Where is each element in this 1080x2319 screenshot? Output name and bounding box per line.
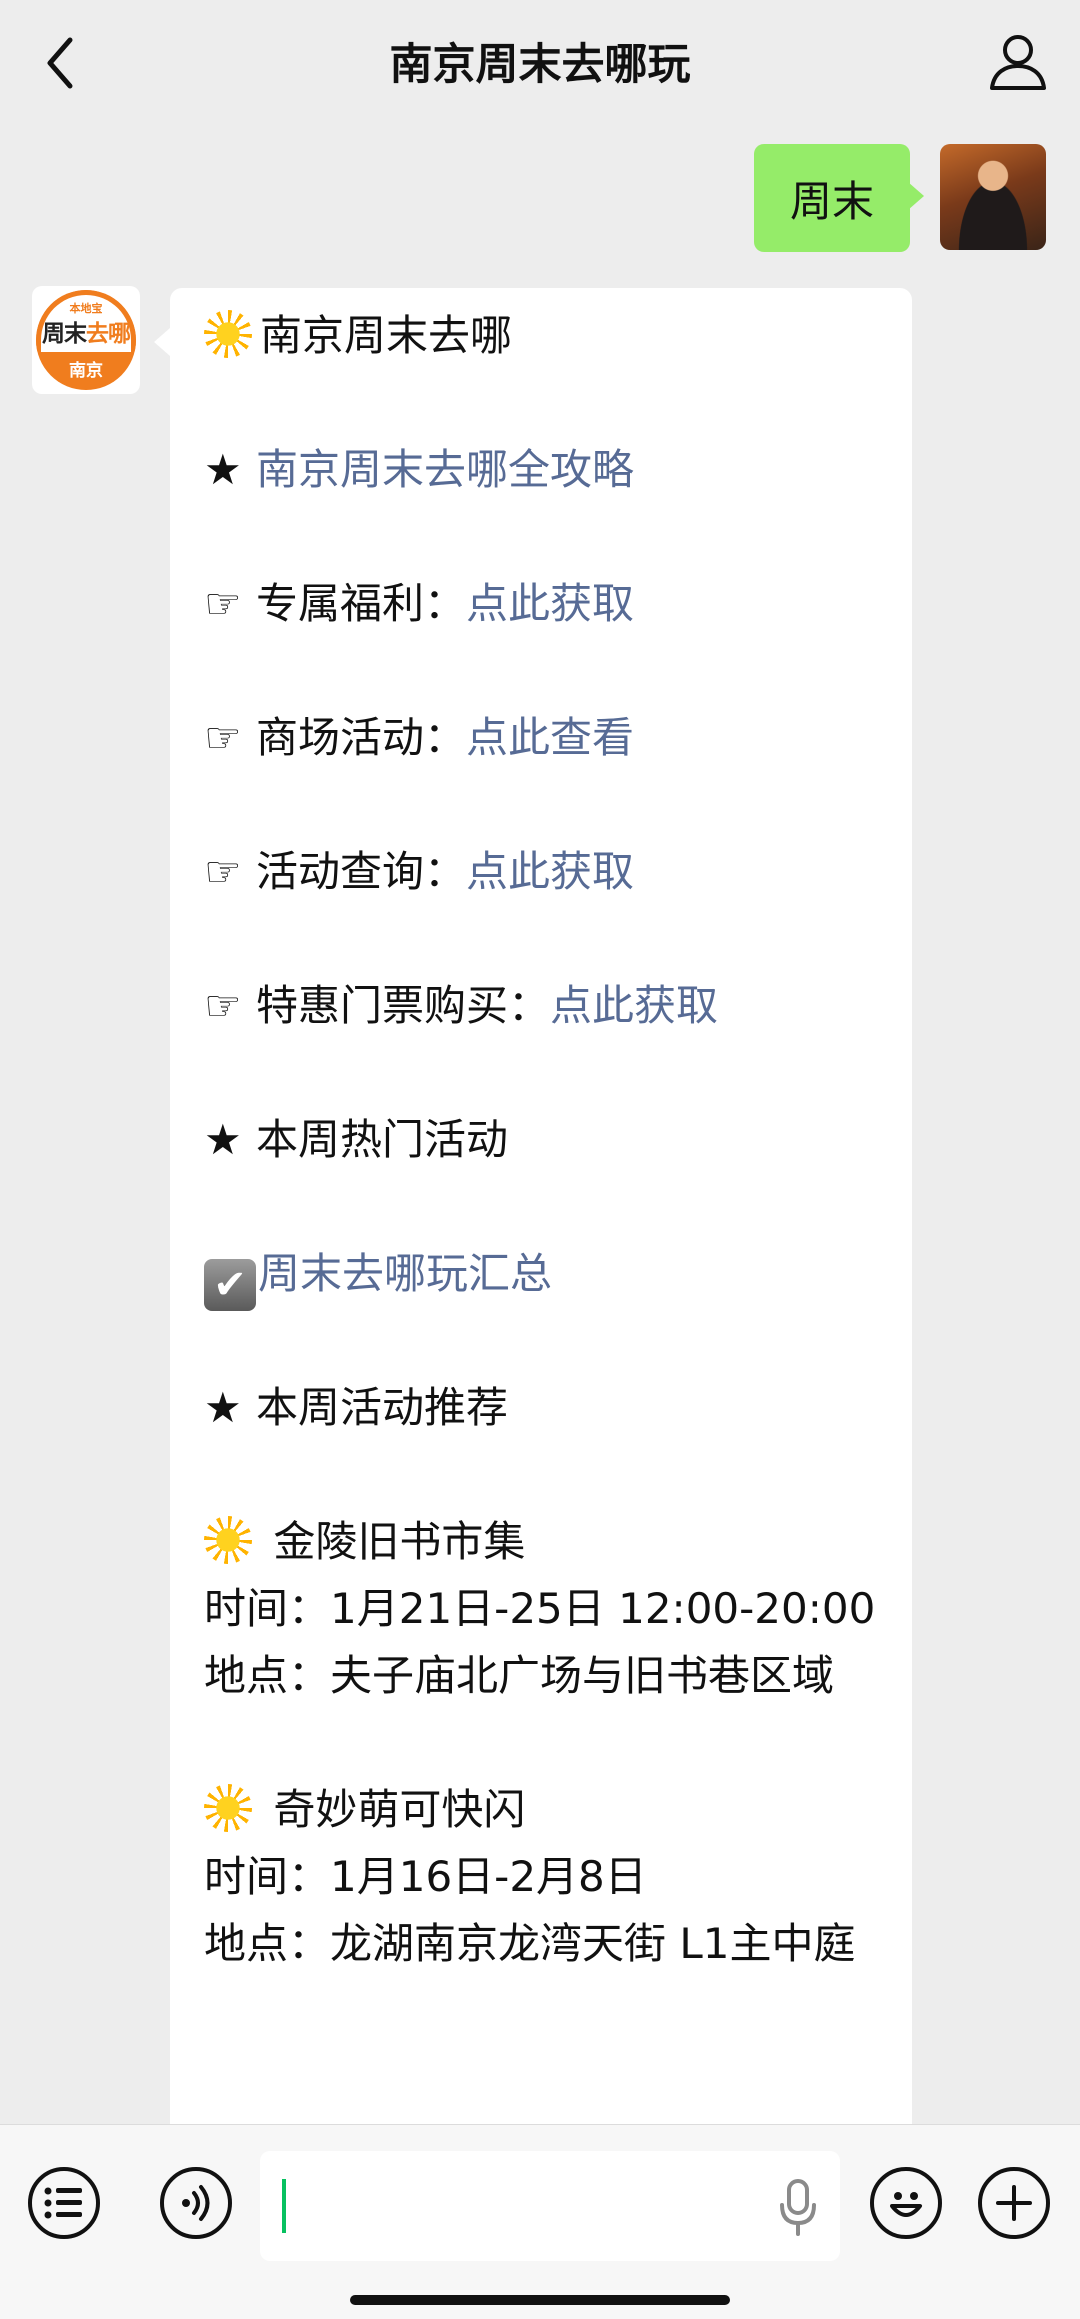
top-bar: 南京周末去哪玩 [0, 0, 1080, 128]
ticket-line: ☞ 特惠门票购买：点此获取 [204, 972, 894, 1039]
query-line: ☞ 活动查询：点此获取 [204, 838, 894, 905]
headline-text: 南京周末去哪 [260, 311, 513, 360]
guide-link[interactable]: 南京周末去哪全攻略 [256, 445, 634, 494]
smiley-icon[interactable] [870, 2167, 942, 2239]
rec-title: 本周活动推荐 [256, 1383, 509, 1432]
item-label: 商场活动： [256, 713, 467, 762]
mic-icon[interactable] [778, 2179, 818, 2237]
event-name-line: 奇妙萌可快闪 [204, 1776, 894, 1843]
ticket-link[interactable]: 点此获取 [550, 981, 718, 1030]
event-name: 金陵旧书市集 [273, 1517, 526, 1566]
star-icon: ★ [204, 1115, 242, 1164]
item-label: 特惠门票购买： [256, 981, 551, 1030]
welfare-link[interactable]: 点此获取 [466, 579, 634, 628]
pointing-hand-icon: ☞ [204, 579, 242, 628]
event-name: 奇妙萌可快闪 [273, 1785, 526, 1834]
welfare-line: ☞ 专属福利：点此获取 [204, 570, 894, 637]
logo-city-text: 南京 [69, 361, 103, 381]
chat-title: 南京周末去哪玩 [389, 40, 691, 90]
summary-link[interactable]: 周末去哪玩汇总 [258, 1249, 552, 1298]
chat-area[interactable]: 周末 本地宝 周末去哪 南京 南京周末去哪 ★ 南京周末去哪全攻略 ☞ 专属福利：点… [0, 128, 1080, 2124]
star-icon: ★ [204, 1383, 242, 1432]
plus-icon[interactable] [978, 2167, 1050, 2239]
user-message-text: 周末 [789, 176, 874, 226]
event-place: 地点：龙湖南京龙湾天街 L1主中庭 [204, 1919, 856, 1968]
bot-avatar[interactable]: 本地宝 周末去哪 南京 [32, 286, 140, 394]
logo-main-text: 周末去哪 [42, 321, 131, 347]
hot-title-line: ★ 本周热门活动 [204, 1106, 894, 1173]
sun-icon [204, 310, 252, 358]
input-toolbar [0, 2124, 1080, 2319]
mall-line: ☞ 商场活动：点此查看 [204, 704, 894, 771]
bot-logo: 本地宝 周末去哪 南京 [36, 290, 136, 390]
pointing-hand-icon: ☞ [204, 847, 242, 896]
voice-icon[interactable] [160, 2167, 232, 2239]
bot-message-bubble: 南京周末去哪 ★ 南京周末去哪全攻略 ☞ 专属福利：点此获取 ☞ 商场活动：点此查看 … [154, 288, 912, 2124]
star-icon: ★ [204, 445, 242, 494]
sun-icon [204, 1784, 252, 1832]
item-label: 专属福利： [256, 579, 467, 628]
query-link[interactable]: 点此获取 [466, 847, 634, 896]
text-caret [282, 2179, 286, 2233]
hot-title: 本周热门活动 [256, 1115, 509, 1164]
event-time: 时间：1月21日-25日 12:00-20:00 [204, 1584, 876, 1633]
bot-message-content: 南京周末去哪 ★ 南京周末去哪全攻略 ☞ 专属福利：点此获取 ☞ 商场活动：点此查看 … [204, 302, 894, 1977]
person-icon[interactable] [986, 30, 1050, 94]
event-place: 地点：夫子庙北广场与旧书巷区域 [204, 1651, 835, 1700]
user-avatar[interactable] [940, 144, 1046, 250]
checkbox-icon: ✔ [204, 1259, 256, 1311]
message-input[interactable] [260, 2151, 840, 2261]
rec-title-line: ★ 本周活动推荐 [204, 1374, 894, 1441]
guide-line: ★ 南京周末去哪全攻略 [204, 436, 894, 503]
item-label: 活动查询： [256, 847, 467, 896]
home-indicator[interactable] [350, 2295, 730, 2305]
list-icon[interactable] [28, 2167, 100, 2239]
sun-icon [204, 1516, 252, 1564]
user-message-bubble[interactable]: 周末 [754, 144, 924, 252]
event-name-line: 金陵旧书市集 [204, 1508, 894, 1575]
summary-line: ✔ 周末去哪玩汇总 [204, 1240, 894, 1311]
event-time: 时间：1月16日-2月8日 [204, 1852, 647, 1901]
headline-line: 南京周末去哪 [204, 302, 894, 369]
pointing-hand-icon: ☞ [204, 713, 242, 762]
mall-link[interactable]: 点此查看 [466, 713, 634, 762]
pointing-hand-icon: ☞ [204, 981, 242, 1030]
